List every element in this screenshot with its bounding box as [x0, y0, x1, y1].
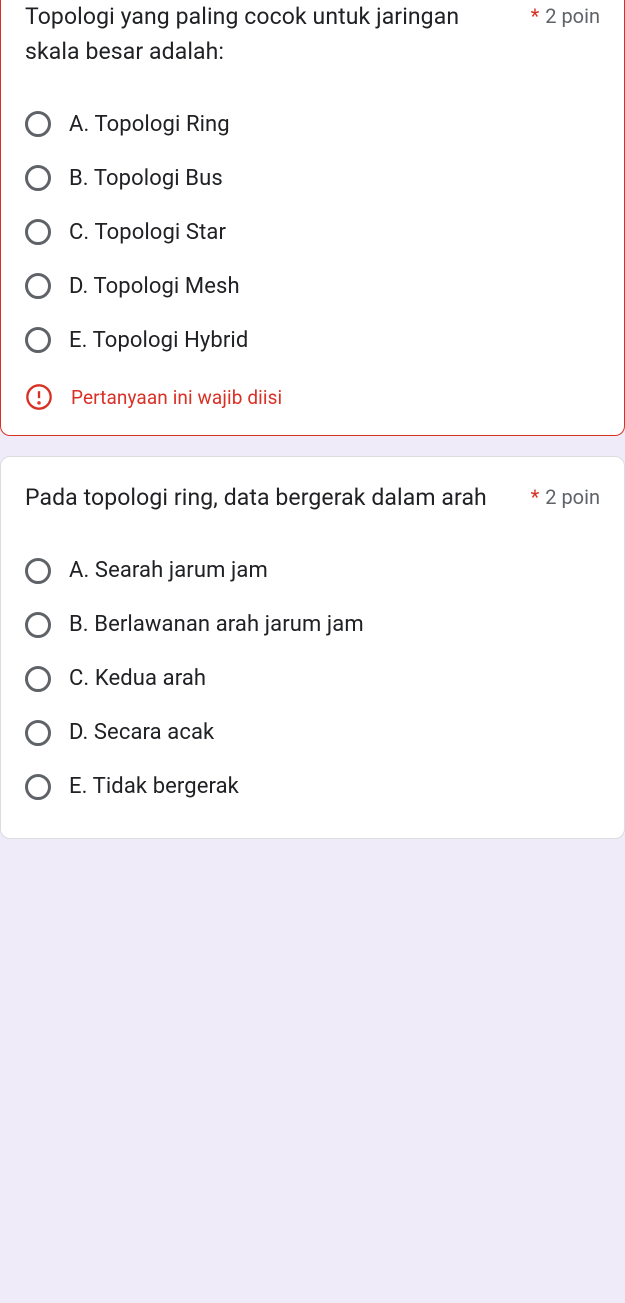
- question-card: Pada topologi ring, data bergerak dalam …: [0, 456, 625, 839]
- option-label: C. Kedua arah: [69, 666, 206, 691]
- radio-icon: [25, 165, 51, 191]
- option-label: E. Tidak bergerak: [69, 774, 239, 799]
- points-text: 2 poin: [545, 4, 600, 28]
- option-d[interactable]: D. Topologi Mesh: [25, 259, 600, 313]
- points-wrap: * 2 poin: [531, 0, 600, 28]
- option-c[interactable]: C. Kedua arah: [25, 652, 600, 706]
- radio-icon: [25, 558, 51, 584]
- radio-icon: [25, 774, 51, 800]
- error-message: Pertanyaan ini wajib diisi: [25, 383, 600, 411]
- alert-circle-icon: [25, 383, 53, 411]
- option-b[interactable]: B. Topologi Bus: [25, 151, 600, 205]
- option-label: A. Searah jarum jam: [69, 558, 268, 583]
- option-a[interactable]: A. Topologi Ring: [25, 97, 600, 151]
- question-card: Topologi yang paling cocok untuk jaringa…: [0, 0, 625, 436]
- option-b[interactable]: B. Berlawanan arah jarum jam: [25, 598, 600, 652]
- error-text: Pertanyaan ini wajib diisi: [71, 386, 282, 409]
- option-label: D. Secara acak: [69, 720, 214, 745]
- radio-icon: [25, 111, 51, 137]
- radio-icon: [25, 219, 51, 245]
- radio-icon: [25, 720, 51, 746]
- required-asterisk: *: [531, 485, 540, 509]
- question-text: Topologi yang paling cocok untuk jaringa…: [25, 0, 519, 69]
- radio-icon: [25, 612, 51, 638]
- option-label: D. Topologi Mesh: [69, 274, 240, 299]
- points-text: 2 poin: [545, 485, 600, 509]
- option-label: A. Topologi Ring: [69, 112, 230, 137]
- option-e[interactable]: E. Tidak bergerak: [25, 760, 600, 814]
- question-header: Topologi yang paling cocok untuk jaringa…: [25, 0, 600, 69]
- option-label: B. Topologi Bus: [69, 166, 223, 191]
- radio-icon: [25, 666, 51, 692]
- option-c[interactable]: C. Topologi Star: [25, 205, 600, 259]
- option-label: C. Topologi Star: [69, 220, 226, 245]
- required-asterisk: *: [531, 4, 540, 28]
- option-label: E. Topologi Hybrid: [69, 328, 248, 353]
- option-a[interactable]: A. Searah jarum jam: [25, 544, 600, 598]
- option-d[interactable]: D. Secara acak: [25, 706, 600, 760]
- radio-icon: [25, 273, 51, 299]
- option-e[interactable]: E. Topologi Hybrid: [25, 313, 600, 367]
- question-header: Pada topologi ring, data bergerak dalam …: [25, 481, 600, 516]
- option-label: B. Berlawanan arah jarum jam: [69, 612, 364, 637]
- points-wrap: * 2 poin: [531, 481, 600, 509]
- question-text: Pada topologi ring, data bergerak dalam …: [25, 481, 519, 516]
- radio-icon: [25, 327, 51, 353]
